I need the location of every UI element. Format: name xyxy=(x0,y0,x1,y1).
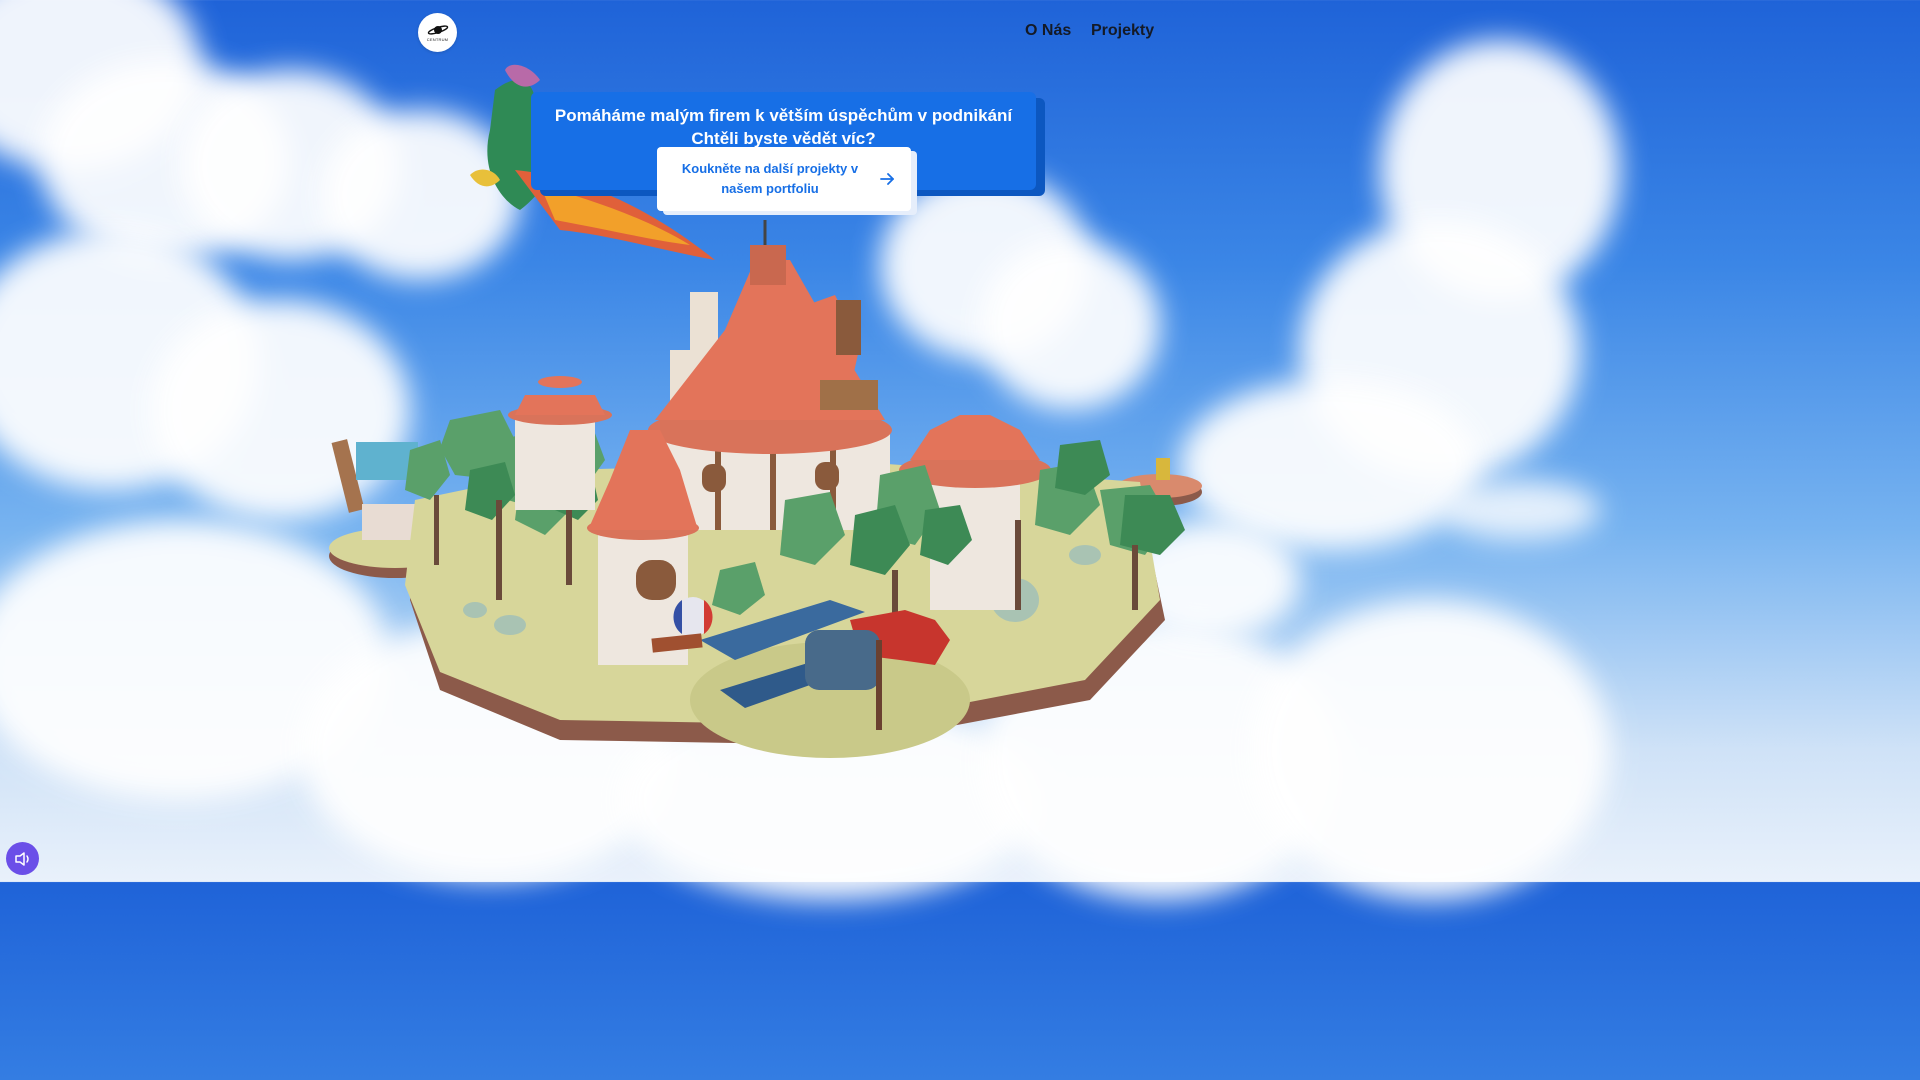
nav-link-o-nas[interactable]: O Nás xyxy=(1025,22,1071,40)
planet-icon xyxy=(427,24,448,35)
sound-toggle-button[interactable] xyxy=(6,842,39,875)
nav-link-projekty[interactable]: Projekty xyxy=(1091,22,1154,40)
cta-label-line2: našem portfoliu xyxy=(721,181,819,196)
hero-subheadline: Chtěli byste vědět víc? xyxy=(691,129,876,148)
cta-label-line1: Koukněte na další projekty v xyxy=(681,161,859,176)
hero-headline: Pomáháme malým firem k větším úspěchům v… xyxy=(554,106,1013,125)
logo-text: CENTRUM xyxy=(426,36,449,42)
speaker-icon xyxy=(14,851,29,866)
arrow-right-icon xyxy=(880,173,894,185)
portfolio-cta-button[interactable]: Koukněte na další projekty v našem portf… xyxy=(657,147,911,211)
cta-label: Koukněte na další projekty v našem portf… xyxy=(657,159,875,199)
logo[interactable]: CENTRUM xyxy=(418,13,457,52)
